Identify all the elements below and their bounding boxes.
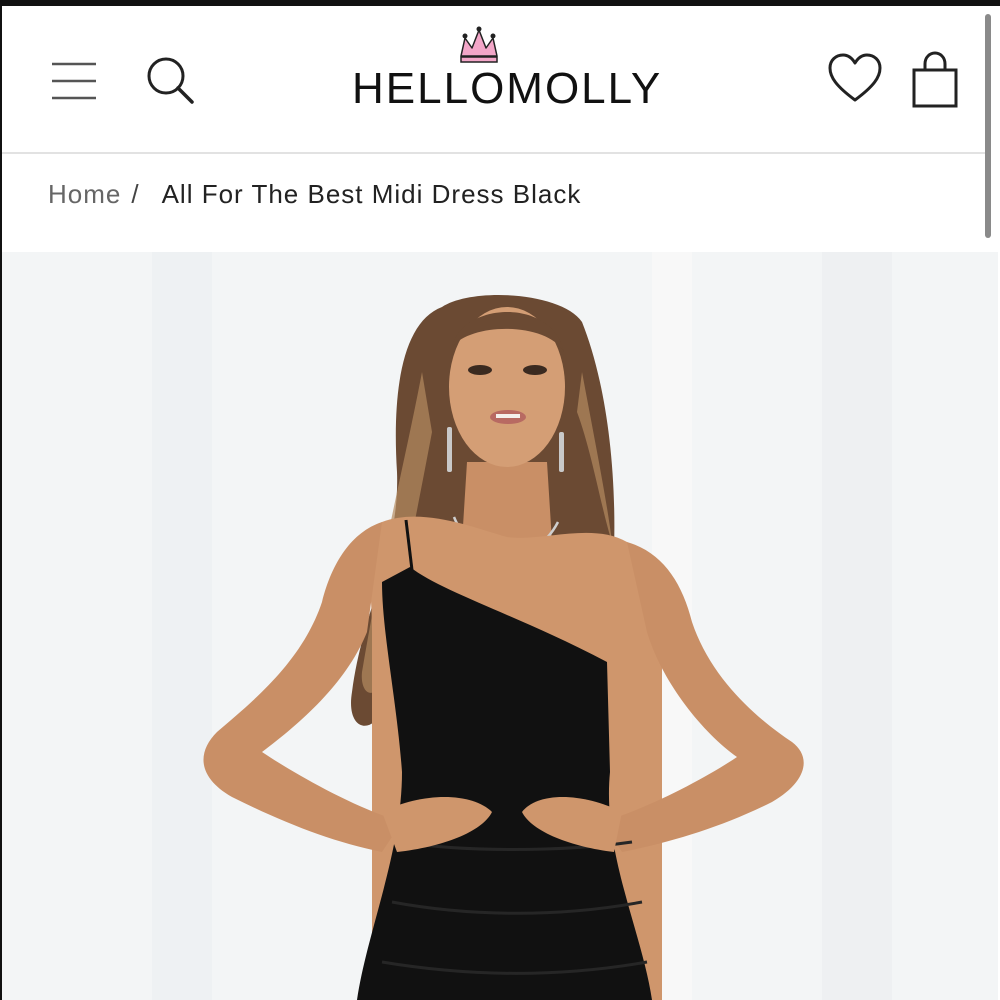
heart-icon[interactable] bbox=[826, 50, 884, 108]
breadcrumb: Home / All For The Best Midi Dress Black bbox=[48, 174, 581, 214]
scrollbar-thumb[interactable] bbox=[985, 14, 991, 238]
breadcrumb-separator: / bbox=[131, 178, 140, 209]
brand-name: HELLOMOLLY bbox=[352, 64, 663, 113]
crown-icon bbox=[460, 26, 498, 63]
shopping-bag-icon[interactable] bbox=[908, 50, 964, 112]
search-icon[interactable] bbox=[142, 54, 198, 110]
product-photo bbox=[2, 252, 998, 1000]
breadcrumb-home-link[interactable]: Home bbox=[48, 179, 121, 210]
brand-logo[interactable]: HELLOMOLLY bbox=[352, 26, 663, 136]
site-header: HELLOMOLLY bbox=[2, 6, 986, 154]
menu-icon[interactable] bbox=[50, 60, 98, 102]
breadcrumb-current-page: All For The Best Midi Dress Black bbox=[161, 178, 582, 209]
product-image[interactable] bbox=[2, 252, 998, 1000]
